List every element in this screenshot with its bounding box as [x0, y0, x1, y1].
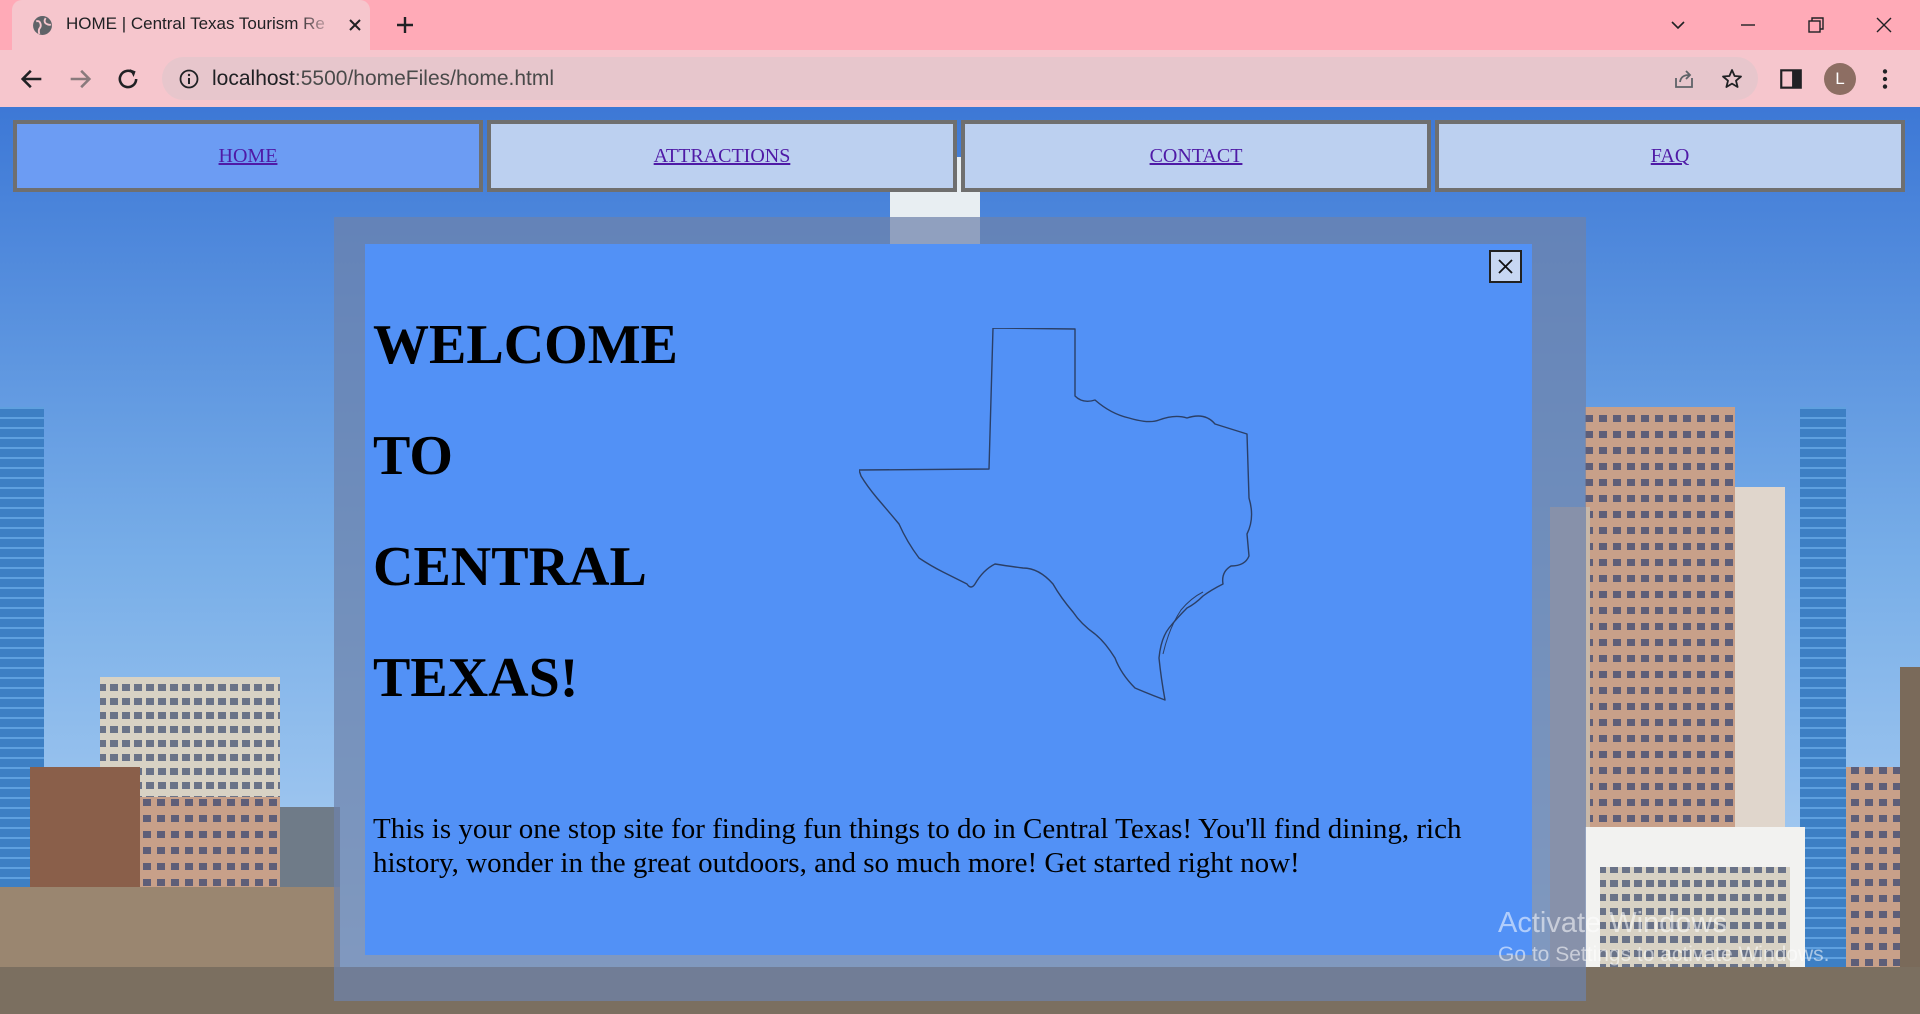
heading-line: CENTRAL [373, 536, 647, 598]
back-arrow-icon[interactable] [18, 65, 46, 93]
nav-item-home[interactable]: HOME [13, 120, 483, 192]
windows-activation-watermark: Activate Windows Go to Settings to activ… [1498, 905, 1830, 969]
tab-search-chevron-icon[interactable] [1666, 13, 1690, 37]
profile-avatar[interactable]: L [1824, 63, 1856, 95]
minimize-icon[interactable] [1736, 13, 1760, 37]
nav-item-faq[interactable]: FAQ [1435, 120, 1905, 192]
nav-link-attractions[interactable]: ATTRACTIONS [654, 145, 791, 167]
main-nav: HOME ATTRACTIONS CONTACT FAQ [13, 120, 1906, 192]
globe-icon [33, 16, 52, 35]
nav-link-contact[interactable]: CONTACT [1150, 145, 1243, 167]
browser-toolbar: localhost:5500/homeFiles/home.html L [0, 50, 1920, 107]
page-viewport: HOME ATTRACTIONS CONTACT FAQ WELCOME TO … [0, 107, 1920, 1014]
nav-link-home[interactable]: HOME [219, 145, 278, 167]
reload-icon[interactable] [114, 65, 142, 93]
share-icon[interactable] [1672, 67, 1696, 91]
side-panel-icon[interactable] [1778, 66, 1804, 92]
address-url: localhost:5500/homeFiles/home.html [212, 67, 554, 91]
nav-link-faq[interactable]: FAQ [1651, 145, 1690, 167]
watermark-title: Activate Windows [1498, 907, 1727, 939]
new-tab-icon[interactable] [393, 13, 417, 37]
heading-line: TO [373, 425, 453, 487]
address-bar[interactable]: localhost:5500/homeFiles/home.html [162, 57, 1758, 100]
bookmark-star-icon[interactable] [1720, 67, 1744, 91]
heading-line: WELCOME [373, 314, 678, 376]
forward-arrow-icon[interactable] [66, 65, 94, 93]
nav-item-contact[interactable]: CONTACT [961, 120, 1431, 192]
texas-outline-map [859, 328, 1253, 701]
browser-tab[interactable]: HOME | Central Texas Tourism Re [12, 0, 370, 51]
tab-title: HOME | Central Texas Tourism Re [66, 14, 325, 33]
welcome-heading: WELCOME TO CENTRAL TEXAS! [373, 290, 678, 734]
nav-item-attractions[interactable]: ATTRACTIONS [487, 120, 957, 192]
url-path: :5500/homeFiles/home.html [294, 67, 555, 90]
more-menu-icon[interactable] [1872, 66, 1898, 92]
restore-icon[interactable] [1804, 13, 1828, 37]
tab-close-icon[interactable] [345, 15, 365, 35]
url-host: localhost [212, 67, 295, 90]
watermark-subtitle: Go to Settings to activate Windows. [1498, 943, 1830, 966]
site-info-icon[interactable] [178, 68, 200, 90]
intro-text: This is your one stop site for finding f… [373, 813, 1462, 879]
tab-strip: HOME | Central Texas Tourism Re [0, 0, 1920, 51]
heading-line: TEXAS! [373, 647, 579, 709]
welcome-modal: WELCOME TO CENTRAL TEXAS! This is your o… [365, 244, 1532, 955]
close-icon [1498, 259, 1513, 274]
modal-close-button[interactable] [1489, 250, 1522, 283]
window-close-icon[interactable] [1872, 13, 1896, 37]
